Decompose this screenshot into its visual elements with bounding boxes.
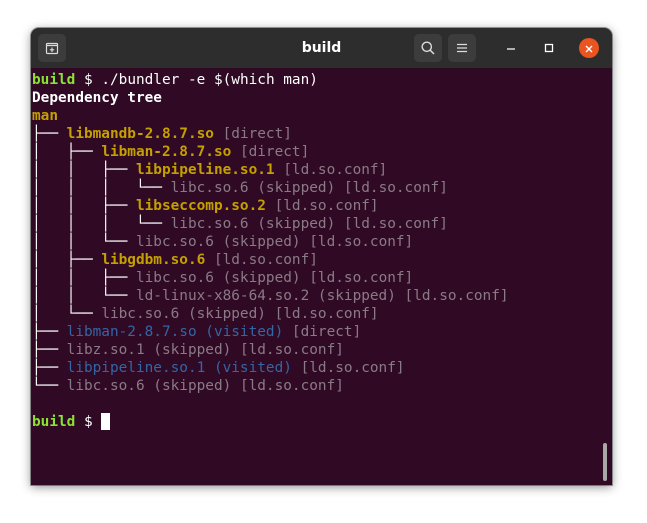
resolution-tag: [ld.so.conf] [265,306,379,322]
output-heading: Dependency tree [32,89,612,107]
resolution-tag: [ld.so.conf] [231,378,344,394]
menu-button[interactable] [448,34,476,62]
tree-line: └── libc.so.6 (skipped) [ld.so.conf] [32,377,612,395]
tree-branch: │ ├── [32,252,102,268]
tree-line: │ └── libc.so.6 (skipped) [ld.so.conf] [32,305,612,323]
close-button[interactable] [579,38,599,58]
library-name: libpipeline.so.1 [135,162,275,178]
library-name: libc.so.6 (skipped) [170,180,336,196]
library-name: libpipeline.so.1 (visited) [66,360,292,376]
tree-branch: ├── [32,126,67,142]
tree-branch: └── [32,378,67,394]
tree-line: │ ├── libman-2.8.7.so [direct] [32,143,612,161]
library-name: libman-2.8.7.so [101,144,232,160]
resolution-tag: [direct] [213,126,292,142]
tree-root: man [32,107,612,125]
tree-branch: │ │ │ └── [32,180,171,196]
close-icon [584,39,594,58]
library-name: libz.so.1 (skipped) [66,342,232,358]
maximize-icon [543,39,555,58]
tree-line: │ │ └── libc.so.6 (skipped) [ld.so.conf] [32,233,612,251]
tree-line: ├── libz.so.1 (skipped) [ld.so.conf] [32,341,612,359]
tree-branch: ├── [32,360,67,376]
tree-branch: ├── [32,342,67,358]
tree-line: ├── libmandb-2.8.7.so [direct] [32,125,612,143]
library-name: libgdbm.so.6 [101,252,206,268]
tree-line: │ │ │ └── libc.so.6 (skipped) [ld.so.con… [32,179,612,197]
tree-line: ├── libpipeline.so.1 (visited) [ld.so.co… [32,359,612,377]
library-name: libc.so.6 (skipped) [66,378,232,394]
library-name: libmandb-2.8.7.so [66,126,214,142]
window-title: build [301,40,342,56]
tree-branch: │ │ │ └── [32,216,171,232]
tree-branch: │ └── [32,306,102,322]
prompt-label: build [32,414,76,430]
resolution-tag: [ld.so.conf] [335,216,448,232]
resolution-tag: [ld.so.conf] [300,270,414,286]
library-name: libman-2.8.7.so (visited) [66,324,284,340]
resolution-tag: [ld.so.conf] [291,360,405,376]
text-cursor [101,413,111,430]
resolution-tag: [ld.so.conf] [265,198,379,214]
library-name: libc.so.6 (skipped) [135,270,301,286]
scrollbar[interactable] [603,443,607,481]
root-binary: man [32,108,58,124]
tree-branch: ├── [32,324,67,340]
minimize-button[interactable] [502,39,520,57]
resolution-tag: [ld.so.conf] [205,252,318,268]
tree-branch: │ │ ├── [32,162,136,178]
library-name: libc.so.6 (skipped) [170,216,336,232]
tree-line: │ │ └── ld-linux-x86-64.so.2 (skipped) [… [32,287,612,305]
resolution-tag: [direct] [283,324,362,340]
tree-line: │ │ ├── libseccomp.so.2 [ld.so.conf] [32,197,612,215]
tree-line: ├── libman-2.8.7.so (visited) [direct] [32,323,612,341]
hamburger-menu-icon [454,40,470,56]
maximize-button[interactable] [540,39,558,57]
prompt-symbol: $ [75,414,102,430]
library-name: libc.so.6 (skipped) [135,234,301,250]
resolution-tag: [ld.so.conf] [274,162,388,178]
resolution-tag: [direct] [231,144,310,160]
search-button[interactable] [414,34,442,62]
resolution-tag: [ld.so.conf] [231,342,344,358]
heading-text: Dependency tree [32,90,162,106]
dependency-tree: ├── libmandb-2.8.7.so [direct] │ ├── libm… [32,125,612,395]
prompt-line[interactable]: build $ [32,413,612,431]
tree-branch: │ │ ├── [32,198,136,214]
command-text: ./bundler -e $(which man) [101,72,318,88]
title-bar[interactable]: build [31,28,612,68]
tree-line: │ │ ├── libpipeline.so.1 [ld.so.conf] [32,161,612,179]
library-name: ld-linux-x86-64.so.2 (skipped) [135,288,396,304]
resolution-tag: [ld.so.conf] [335,180,448,196]
command-line: build $ ./bundler -e $(which man) [32,71,612,89]
tree-line: │ ├── libgdbm.so.6 [ld.so.conf] [32,251,612,269]
tree-branch: │ ├── [32,144,102,160]
tree-line: │ │ ├── libc.so.6 (skipped) [ld.so.conf] [32,269,612,287]
resolution-tag: [ld.so.conf] [395,288,509,304]
terminal-output[interactable]: build $ ./bundler -e $(which man) Depend… [31,68,612,485]
tree-branch: │ │ └── [32,234,136,250]
search-icon [420,40,436,56]
tree-branch: │ │ └── [32,288,136,304]
tree-branch: │ │ ├── [32,270,136,286]
library-name: libseccomp.so.2 [135,198,266,214]
library-name: libc.so.6 (skipped) [101,306,266,322]
resolution-tag: [ld.so.conf] [300,234,414,250]
tree-line: │ │ │ └── libc.so.6 (skipped) [ld.so.con… [32,215,612,233]
terminal-window: build build $ ./bundler -e $(which man) … [31,28,612,485]
prompt-label: build [32,72,76,88]
minimize-icon [505,39,517,58]
prompt-symbol: $ [75,72,102,88]
